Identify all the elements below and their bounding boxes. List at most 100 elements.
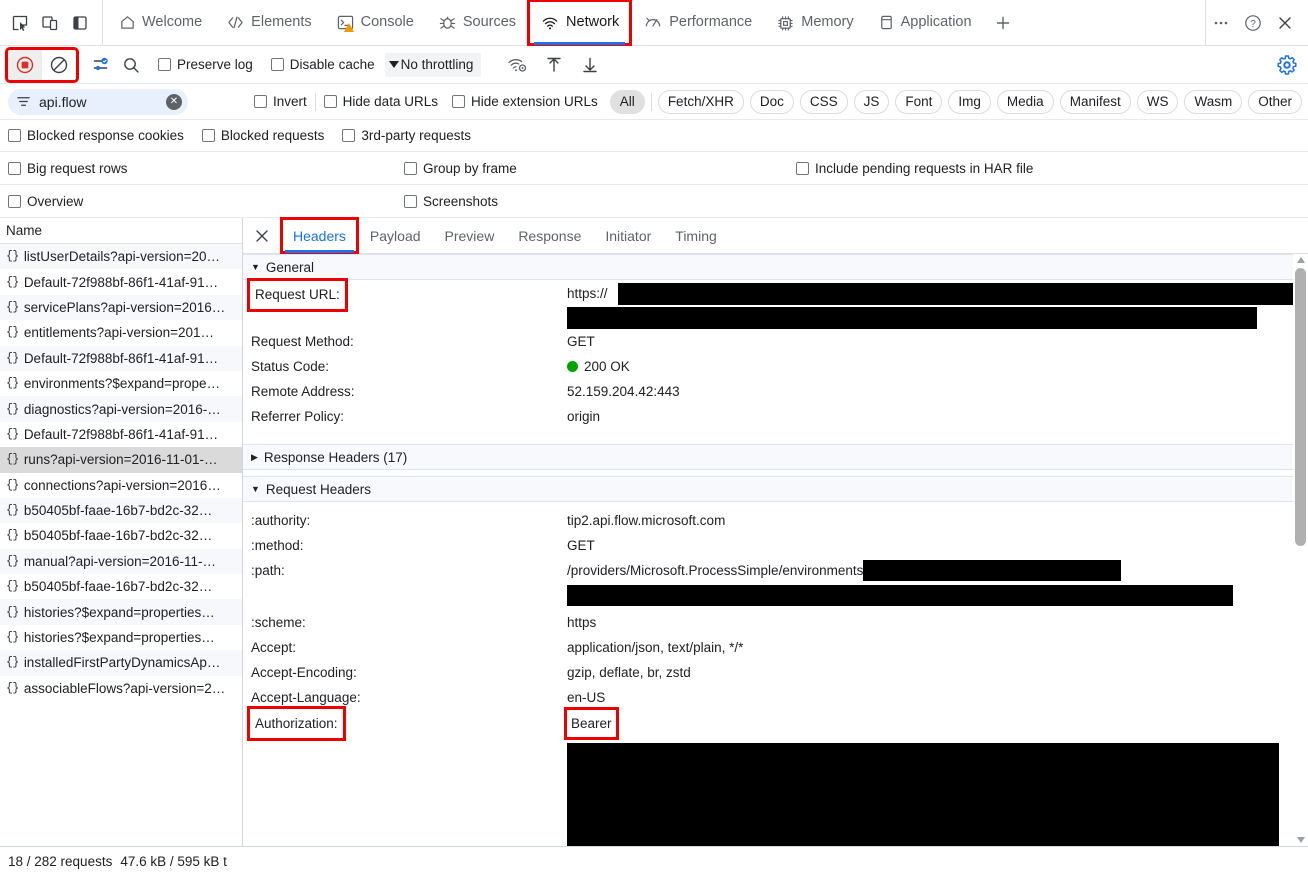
hide-data-urls-checkbox[interactable]: Hide data URLs bbox=[324, 94, 438, 109]
tab-memory[interactable]: Memory bbox=[764, 0, 865, 45]
divider bbox=[651, 93, 652, 111]
help-icon[interactable]: ? bbox=[1238, 8, 1268, 38]
checkbox-box bbox=[404, 162, 417, 175]
table-row[interactable]: {}environments?$expand=prope… bbox=[0, 371, 242, 396]
section-request-headers[interactable]: ▼ Request Headers bbox=[243, 476, 1308, 502]
table-row[interactable]: {}Default-72f988bf-86f1-41af-91… bbox=[0, 269, 242, 294]
settings-row-blocked: Blocked response cookies Blocked request… bbox=[0, 120, 1308, 152]
request-name: connections?api-version=2016… bbox=[24, 478, 221, 493]
export-har-icon[interactable] bbox=[575, 51, 605, 79]
type-filter-media[interactable]: Media bbox=[997, 90, 1054, 114]
add-panel-button[interactable] bbox=[984, 0, 1022, 45]
tab-network[interactable]: Network bbox=[528, 0, 631, 45]
more-options-icon[interactable] bbox=[1206, 8, 1236, 38]
overview-checkbox[interactable]: Overview bbox=[8, 194, 404, 209]
table-row[interactable]: {}servicePlans?api-version=2016… bbox=[0, 295, 242, 320]
remote-address-key: Remote Address: bbox=[251, 379, 567, 404]
checkbox-box bbox=[796, 162, 809, 175]
request-list-header[interactable]: Name bbox=[0, 218, 242, 244]
table-row[interactable]: {}installedFirstPartyDynamicsAp… bbox=[0, 650, 242, 675]
detail-scrollbar[interactable] bbox=[1293, 254, 1308, 846]
type-filter-css[interactable]: CSS bbox=[800, 90, 848, 114]
table-row[interactable]: {}associableFlows?api-version=2… bbox=[0, 676, 242, 701]
table-row[interactable]: {}b50405bf-faae-16b7-bd2c-32… bbox=[0, 574, 242, 599]
tab-welcome[interactable]: Welcome bbox=[107, 0, 214, 45]
json-file-icon: {} bbox=[6, 529, 19, 542]
tab-preview[interactable]: Preview bbox=[433, 218, 507, 253]
table-row[interactable]: {}connections?api-version=2016… bbox=[0, 473, 242, 498]
filter-value: api.flow bbox=[39, 94, 158, 110]
tab-sources[interactable]: Sources bbox=[426, 0, 528, 45]
table-row[interactable]: {}b50405bf-faae-16b7-bd2c-32… bbox=[0, 523, 242, 548]
inspect-element-icon[interactable] bbox=[6, 9, 34, 37]
tab-console[interactable]: Console bbox=[324, 0, 426, 45]
row-status-code: Status Code: 200 OK bbox=[243, 354, 1308, 379]
table-row[interactable]: {}entitlements?api-version=201… bbox=[0, 320, 242, 345]
type-filter-other[interactable]: Other bbox=[1248, 90, 1302, 114]
throttling-dropdown[interactable]: No throttling bbox=[385, 53, 482, 77]
network-conditions-icon[interactable] bbox=[503, 51, 533, 79]
network-settings-gear-icon[interactable] bbox=[1272, 50, 1302, 80]
throttling-label: No throttling bbox=[401, 57, 474, 72]
clear-button[interactable] bbox=[42, 50, 76, 80]
filter-icon[interactable] bbox=[86, 51, 116, 79]
search-icon[interactable] bbox=[116, 51, 146, 79]
json-file-icon: {} bbox=[6, 326, 19, 339]
memory-chip-icon bbox=[776, 14, 795, 31]
import-har-icon[interactable] bbox=[539, 51, 569, 79]
type-filter-js[interactable]: JS bbox=[854, 90, 890, 114]
table-row[interactable]: {}b50405bf-faae-16b7-bd2c-32… bbox=[0, 498, 242, 523]
table-row[interactable]: {}histories?$expand=properties… bbox=[0, 625, 242, 650]
section-response-headers[interactable]: ▶ Response Headers (17) bbox=[243, 444, 1308, 470]
close-devtools-icon[interactable] bbox=[1270, 8, 1300, 38]
tab-response[interactable]: Response bbox=[506, 218, 593, 253]
record-stop-button[interactable] bbox=[8, 50, 42, 80]
table-row-selected[interactable]: {}runs?api-version=2016-11-01-… bbox=[0, 447, 242, 472]
hide-extension-urls-checkbox[interactable]: Hide extension URLs bbox=[452, 94, 598, 109]
close-detail-icon[interactable] bbox=[243, 218, 281, 253]
table-row[interactable]: {}Default-72f988bf-86f1-41af-91… bbox=[0, 422, 242, 447]
disable-cache-checkbox[interactable]: Disable cache bbox=[271, 57, 375, 72]
type-filter-all[interactable]: All bbox=[610, 90, 645, 114]
type-filter-manifest[interactable]: Manifest bbox=[1060, 90, 1131, 114]
row-authority: :authority: tip2.api.flow.microsoft.com bbox=[243, 508, 1308, 533]
type-filter-ws[interactable]: WS bbox=[1137, 90, 1179, 114]
type-filter-font[interactable]: Font bbox=[895, 90, 942, 114]
type-filter-img[interactable]: Img bbox=[948, 90, 991, 114]
tab-payload[interactable]: Payload bbox=[358, 218, 433, 253]
dock-side-icon[interactable] bbox=[66, 9, 94, 37]
tab-initiator[interactable]: Initiator bbox=[593, 218, 663, 253]
tab-performance[interactable]: Performance bbox=[631, 0, 764, 45]
include-pending-har-checkbox[interactable]: Include pending requests in HAR file bbox=[796, 161, 1033, 176]
hide-extension-urls-label: Hide extension URLs bbox=[471, 94, 598, 109]
tab-timing[interactable]: Timing bbox=[663, 218, 729, 253]
clear-filter-icon[interactable]: ✕ bbox=[166, 94, 182, 110]
type-filter-wasm[interactable]: Wasm bbox=[1184, 90, 1242, 114]
scroll-down-arrow-icon[interactable] bbox=[1297, 837, 1305, 843]
device-toolbar-icon[interactable] bbox=[36, 9, 64, 37]
group-by-frame-checkbox[interactable]: Group by frame bbox=[404, 161, 796, 176]
blocked-response-cookies-checkbox[interactable]: Blocked response cookies bbox=[8, 128, 184, 143]
table-row[interactable]: {}manual?api-version=2016-11-… bbox=[0, 549, 242, 574]
tab-application[interactable]: Application bbox=[866, 0, 984, 45]
table-row[interactable]: {}histories?$expand=properties… bbox=[0, 599, 242, 624]
table-row[interactable]: {}diagnostics?api-version=2016-… bbox=[0, 396, 242, 421]
blocked-requests-checkbox[interactable]: Blocked requests bbox=[202, 128, 325, 143]
devtools-window: Welcome Elements Console Sources bbox=[0, 0, 1308, 876]
filter-input[interactable]: api.flow ✕ bbox=[8, 89, 188, 115]
tab-headers[interactable]: Headers bbox=[281, 218, 358, 253]
invert-checkbox[interactable]: Invert bbox=[254, 94, 307, 109]
type-filter-doc[interactable]: Doc bbox=[750, 90, 794, 114]
screenshots-checkbox[interactable]: Screenshots bbox=[404, 194, 498, 209]
scroll-thumb[interactable] bbox=[1295, 268, 1306, 546]
type-filter-fetch-xhr[interactable]: Fetch/XHR bbox=[658, 90, 744, 114]
scroll-up-arrow-icon[interactable] bbox=[1297, 257, 1305, 263]
table-row[interactable]: {}listUserDetails?api-version=20… bbox=[0, 244, 242, 269]
settings-row-rows: Big request rows Group by frame Include … bbox=[0, 152, 1308, 185]
big-request-rows-checkbox[interactable]: Big request rows bbox=[8, 161, 404, 176]
section-general[interactable]: ▼ General bbox=[243, 254, 1308, 280]
third-party-requests-checkbox[interactable]: 3rd-party requests bbox=[342, 128, 471, 143]
preserve-log-checkbox[interactable]: Preserve log bbox=[158, 57, 253, 72]
tab-elements[interactable]: Elements bbox=[214, 0, 323, 45]
table-row[interactable]: {}Default-72f988bf-86f1-41af-91… bbox=[0, 346, 242, 371]
